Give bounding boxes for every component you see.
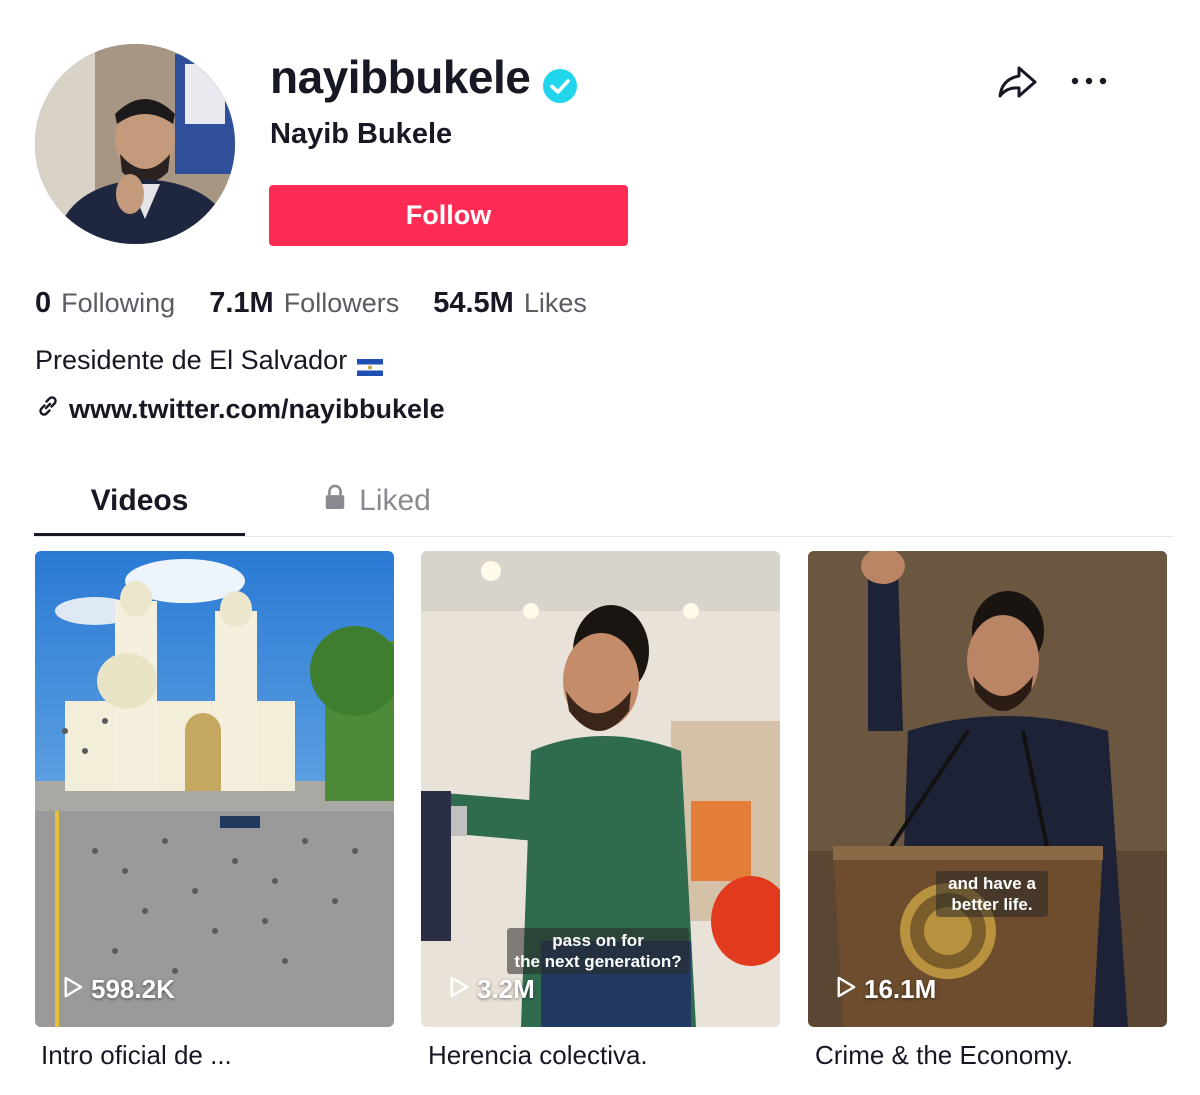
verified-icon bbox=[542, 61, 578, 103]
more-icon[interactable] bbox=[1068, 66, 1110, 96]
stat-likes: 54.5M Likes bbox=[433, 287, 587, 320]
video-title[interactable]: Intro oficial de ... bbox=[41, 1040, 232, 1071]
view-count: 598.2K bbox=[63, 974, 175, 1005]
bio-text: Presidente de El Salvador bbox=[35, 345, 348, 375]
play-icon bbox=[449, 974, 469, 1005]
video-caption-overlay: pass on for the next generation? bbox=[507, 928, 689, 974]
username: nayibbukele bbox=[270, 51, 531, 103]
bio: Presidente de El Salvador bbox=[35, 345, 384, 376]
stat-value: 7.1M bbox=[209, 287, 274, 319]
stat-label: Following bbox=[61, 288, 176, 318]
overlay-line: better life. bbox=[951, 895, 1033, 914]
video-thumbnail bbox=[808, 551, 1167, 1027]
lock-icon bbox=[323, 483, 347, 519]
play-icon bbox=[836, 974, 856, 1005]
stat-followers[interactable]: 7.1M Followers bbox=[209, 287, 399, 320]
share-icon[interactable] bbox=[995, 62, 1039, 102]
overlay-line: pass on for bbox=[552, 931, 644, 950]
tab-label: Liked bbox=[359, 484, 431, 517]
avatar-image bbox=[35, 44, 235, 244]
video-title[interactable]: Crime & the Economy. bbox=[815, 1040, 1073, 1071]
flag-icon bbox=[357, 352, 384, 376]
follow-button[interactable]: Follow bbox=[269, 185, 628, 246]
view-count-text: 598.2K bbox=[91, 974, 175, 1004]
stat-value: 54.5M bbox=[433, 287, 514, 319]
view-count: 16.1M bbox=[836, 974, 936, 1005]
stat-label: Followers bbox=[283, 288, 400, 318]
overlay-line: and have a bbox=[948, 874, 1036, 893]
view-count-text: 16.1M bbox=[864, 974, 937, 1004]
overlay-line: the next generation? bbox=[514, 952, 682, 971]
display-name: Nayib Bukele bbox=[270, 118, 453, 150]
video-caption-overlay: and have a better life. bbox=[936, 871, 1048, 917]
video-card[interactable]: pass on for the next generation? 3.2M bbox=[421, 551, 780, 1027]
video-thumbnail bbox=[35, 551, 394, 1027]
avatar[interactable] bbox=[35, 44, 235, 244]
stat-value: 0 bbox=[35, 287, 52, 319]
play-icon bbox=[63, 974, 83, 1005]
stat-label: Likes bbox=[523, 288, 587, 318]
link-icon bbox=[35, 393, 61, 426]
active-tab-indicator bbox=[34, 533, 245, 536]
view-count-text: 3.2M bbox=[477, 974, 535, 1004]
profile-tabs: Videos Liked bbox=[34, 468, 1174, 537]
username-row: nayibbukele bbox=[270, 46, 578, 108]
stat-following[interactable]: 0 Following bbox=[35, 287, 175, 320]
tab-liked[interactable]: Liked bbox=[302, 468, 452, 534]
profile-stats: 0 Following 7.1M Followers 54.5M Likes bbox=[35, 287, 621, 320]
tab-videos[interactable]: Videos bbox=[34, 468, 245, 536]
tab-label: Videos bbox=[90, 484, 189, 517]
video-card[interactable]: and have a better life. 16.1M bbox=[808, 551, 1167, 1027]
profile-link[interactable]: www.twitter.com/nayibbukele bbox=[35, 393, 445, 426]
link-text: www.twitter.com/nayibbukele bbox=[69, 394, 445, 424]
view-count: 3.2M bbox=[449, 974, 535, 1005]
video-card[interactable]: 598.2K bbox=[35, 551, 394, 1027]
video-title[interactable]: Herencia colectiva. bbox=[428, 1040, 648, 1071]
